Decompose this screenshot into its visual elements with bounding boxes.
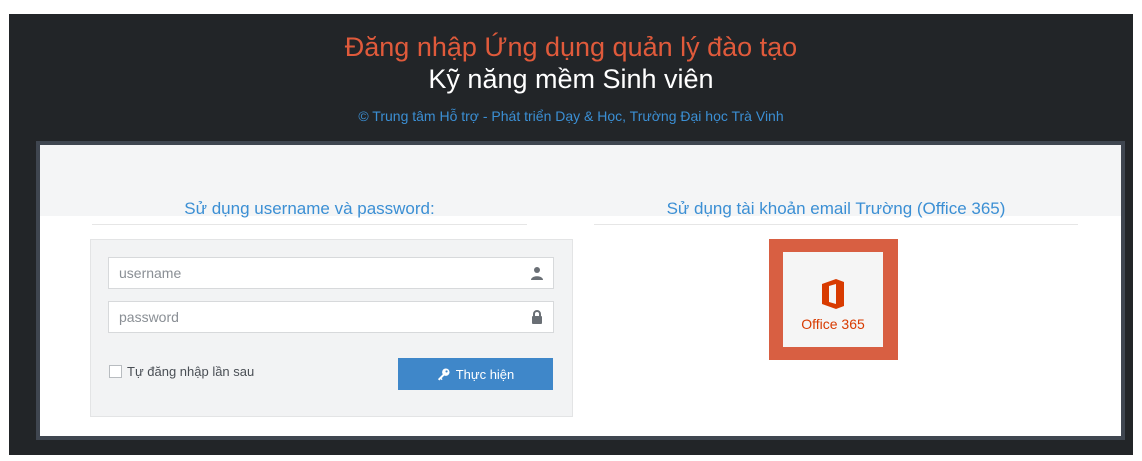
office365-login-heading: Sử dụng tài khoản email Trường (Office 3…: [666, 199, 1006, 218]
submit-button-label: Thực hiện: [455, 366, 515, 382]
app-subtitle: Kỹ năng mềm Sinh viên: [428, 64, 714, 94]
username-login-heading: Sử dụng username và password:: [184, 199, 435, 218]
left-divider: [92, 224, 527, 225]
user-icon: [531, 267, 543, 280]
office365-login-button[interactable]: Office 365: [769, 239, 898, 360]
office-logo-icon: [822, 279, 844, 309]
remember-me-label: Tự đăng nhập lần sau: [127, 364, 255, 379]
copyright-text: © Trung tâm Hỗ trợ - Phát triển Dạy & Họ…: [358, 108, 784, 124]
remember-me-checkbox[interactable]: [109, 365, 122, 378]
login-form: Tự đăng nhập lần sau Thực hiện: [90, 239, 573, 417]
right-divider: [594, 224, 1078, 225]
app-title: Đăng nhập Ứng dụng quản lý đào tạo: [344, 32, 798, 62]
username-field[interactable]: [108, 257, 554, 289]
username-input[interactable]: [109, 258, 539, 288]
key-icon: [437, 367, 450, 381]
password-input[interactable]: [109, 302, 539, 332]
submit-button[interactable]: Thực hiện: [398, 358, 553, 390]
password-field[interactable]: [108, 301, 554, 333]
login-panel: Sử dụng username và password: Sử dụng tà…: [36, 141, 1125, 440]
lock-icon: [532, 310, 542, 324]
office365-logo: Office 365: [783, 252, 883, 347]
office365-logo-text: Office 365: [801, 316, 865, 332]
remember-me[interactable]: Tự đăng nhập lần sau: [109, 364, 254, 379]
